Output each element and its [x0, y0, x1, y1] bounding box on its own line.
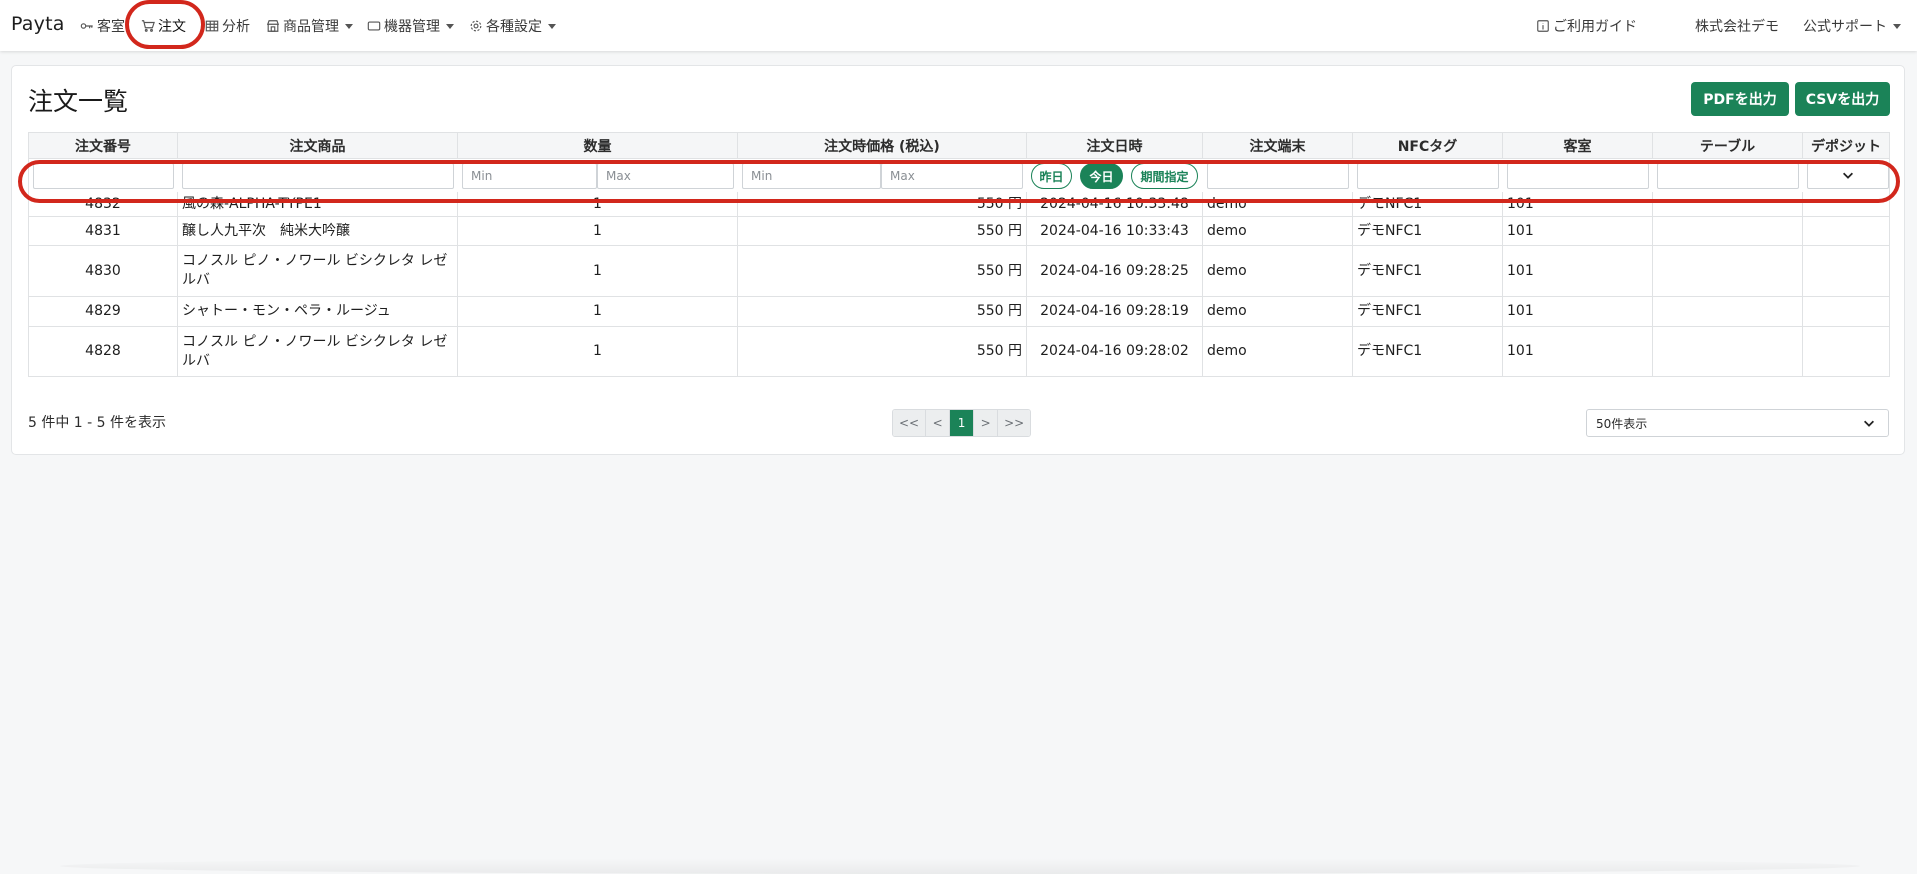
per-page-select[interactable]: 50件表示 [1586, 409, 1889, 437]
column-header-product[interactable]: 注文商品 [178, 133, 458, 158]
chevron-down-icon [345, 24, 353, 29]
table-row[interactable]: 4830 コノスル ピノ・ノワール ビシクレタ レゼルバ 1 550 円 202… [28, 246, 1890, 297]
per-page-value: 50件表示 [1596, 416, 1648, 431]
cell-table [1653, 297, 1803, 326]
nav-item-settings[interactable]: 各種設定 [469, 16, 556, 36]
column-header-datetime[interactable]: 注文日時 [1027, 133, 1203, 158]
nav-item-rooms[interactable]: 客室 [80, 16, 125, 36]
cell-room: 101 [1503, 246, 1653, 296]
cell-terminal: demo [1203, 246, 1353, 296]
cell-room: 101 [1503, 297, 1653, 326]
info-icon [1537, 20, 1549, 32]
cell-id: 4829 [29, 297, 178, 326]
cell-price: 550 円 [738, 327, 1027, 376]
cell-terminal: demo [1203, 217, 1353, 245]
pagination: << < 1 > >> [892, 409, 1032, 437]
nav-item-label: 客室 [97, 19, 125, 35]
chevron-down-icon [446, 24, 454, 29]
page-prev-button[interactable]: < [926, 410, 951, 436]
cell-deposit [1803, 297, 1889, 326]
cell-datetime: 2024-04-16 10:33:43 [1027, 217, 1203, 245]
table-icon [205, 20, 219, 32]
cell-terminal: demo [1203, 327, 1353, 376]
cell-qty: 1 [458, 297, 738, 326]
table-header: 注文番号 注文商品 数量 注文時価格 (税込) 注文日時 注文端末 NFCタグ … [28, 132, 1890, 159]
cell-qty: 1 [458, 246, 738, 296]
cell-room: 101 [1503, 327, 1653, 376]
cell-deposit [1803, 246, 1889, 296]
column-header-deposit[interactable]: デポジット [1803, 133, 1889, 158]
column-header-nfc[interactable]: NFCタグ [1353, 133, 1503, 158]
cell-table [1653, 327, 1803, 376]
page-1-button[interactable]: 1 [950, 410, 975, 436]
nav-support-menu[interactable]: 公式サポート [1803, 16, 1901, 36]
cell-price: 550 円 [738, 297, 1027, 326]
nav-item-devices[interactable]: 機器管理 [367, 16, 454, 36]
cell-price: 550 円 [738, 246, 1027, 296]
cell-deposit [1803, 327, 1889, 376]
cell-room: 101 [1503, 217, 1653, 245]
key-icon [80, 23, 93, 29]
cell-product: 醸し人九平次 純米大吟醸 [178, 217, 458, 245]
cell-datetime: 2024-04-16 09:28:02 [1027, 327, 1203, 376]
chevron-down-icon [1893, 24, 1901, 29]
cell-product: コノスル ピノ・ノワール ビシクレタ レゼルバ [178, 327, 458, 376]
cell-table [1653, 246, 1803, 296]
cell-terminal: demo [1203, 297, 1353, 326]
column-header-room[interactable]: 客室 [1503, 133, 1653, 158]
column-header-terminal[interactable]: 注文端末 [1203, 133, 1353, 158]
cell-nfc: デモNFC1 [1353, 246, 1503, 296]
highlight-annotation-nav [125, 0, 205, 49]
chevron-down-icon [1862, 416, 1876, 433]
cell-price: 550 円 [738, 217, 1027, 245]
page-bottom-shadow [60, 858, 1860, 874]
gear-icon [470, 20, 482, 32]
table-row[interactable]: 4829 シャトー・モン・ペラ・ルージュ 1 550 円 2024-04-16 … [28, 297, 1890, 327]
top-navbar: Payta 客室 注文 分析 商品管理 機器管理 各種設定 ご利用ガイド 株式会… [0, 0, 1917, 51]
nav-item-analytics[interactable]: 分析 [205, 16, 250, 36]
table-row[interactable]: 4828 コノスル ピノ・ノワール ビシクレタ レゼルバ 1 550 円 202… [28, 327, 1890, 377]
cell-nfc: デモNFC1 [1353, 217, 1503, 245]
cell-datetime: 2024-04-16 09:28:19 [1027, 297, 1203, 326]
cell-qty: 1 [458, 327, 738, 376]
nav-item-label: 各種設定 [486, 19, 542, 35]
nav-item-products[interactable]: 商品管理 [266, 16, 353, 36]
csv-export-button[interactable]: CSVを出力 [1795, 82, 1890, 116]
table-row[interactable]: 4831 醸し人九平次 純米大吟醸 1 550 円 2024-04-16 10:… [28, 217, 1890, 246]
page-next-button[interactable]: > [974, 410, 999, 436]
cell-nfc: デモNFC1 [1353, 327, 1503, 376]
pagination-info: 5 件中 1 - 5 件を表示 [28, 415, 167, 431]
cell-qty: 1 [458, 217, 738, 245]
support-label: 公式サポート [1803, 19, 1887, 35]
page-last-button[interactable]: >> [998, 410, 1031, 436]
nav-item-label: 機器管理 [384, 19, 440, 35]
cell-id: 4831 [29, 217, 178, 245]
cell-table [1653, 217, 1803, 245]
column-header-qty[interactable]: 数量 [458, 133, 738, 158]
column-header-price[interactable]: 注文時価格 (税込) [738, 133, 1027, 158]
highlight-annotation-filters [18, 160, 1900, 203]
chevron-down-icon [548, 24, 556, 29]
shop-icon [266, 20, 280, 32]
cell-datetime: 2024-04-16 09:28:25 [1027, 246, 1203, 296]
nav-company-name: 株式会社デモ [1695, 16, 1779, 36]
tablet-icon [367, 21, 381, 31]
nav-guide-label: ご利用ガイド [1553, 19, 1637, 35]
cell-id: 4828 [29, 327, 178, 376]
pdf-export-button[interactable]: PDFを出力 [1691, 82, 1789, 116]
page-title: 注文一覧 [28, 87, 129, 116]
nav-guide-link[interactable]: ご利用ガイド [1536, 16, 1637, 36]
cell-deposit [1803, 217, 1889, 245]
cell-product: コノスル ピノ・ノワール ビシクレタ レゼルバ [178, 246, 458, 296]
cell-product: シャトー・モン・ペラ・ルージュ [178, 297, 458, 326]
column-header-id[interactable]: 注文番号 [29, 133, 178, 158]
cell-nfc: デモNFC1 [1353, 297, 1503, 326]
company-label: 株式会社デモ [1695, 19, 1779, 35]
nav-item-label: 商品管理 [283, 19, 339, 35]
column-header-table[interactable]: テーブル [1653, 133, 1803, 158]
nav-item-label: 分析 [222, 19, 250, 35]
brand-logo[interactable]: Payta [11, 13, 65, 35]
cell-id: 4830 [29, 246, 178, 296]
page-first-button[interactable]: << [893, 410, 927, 436]
